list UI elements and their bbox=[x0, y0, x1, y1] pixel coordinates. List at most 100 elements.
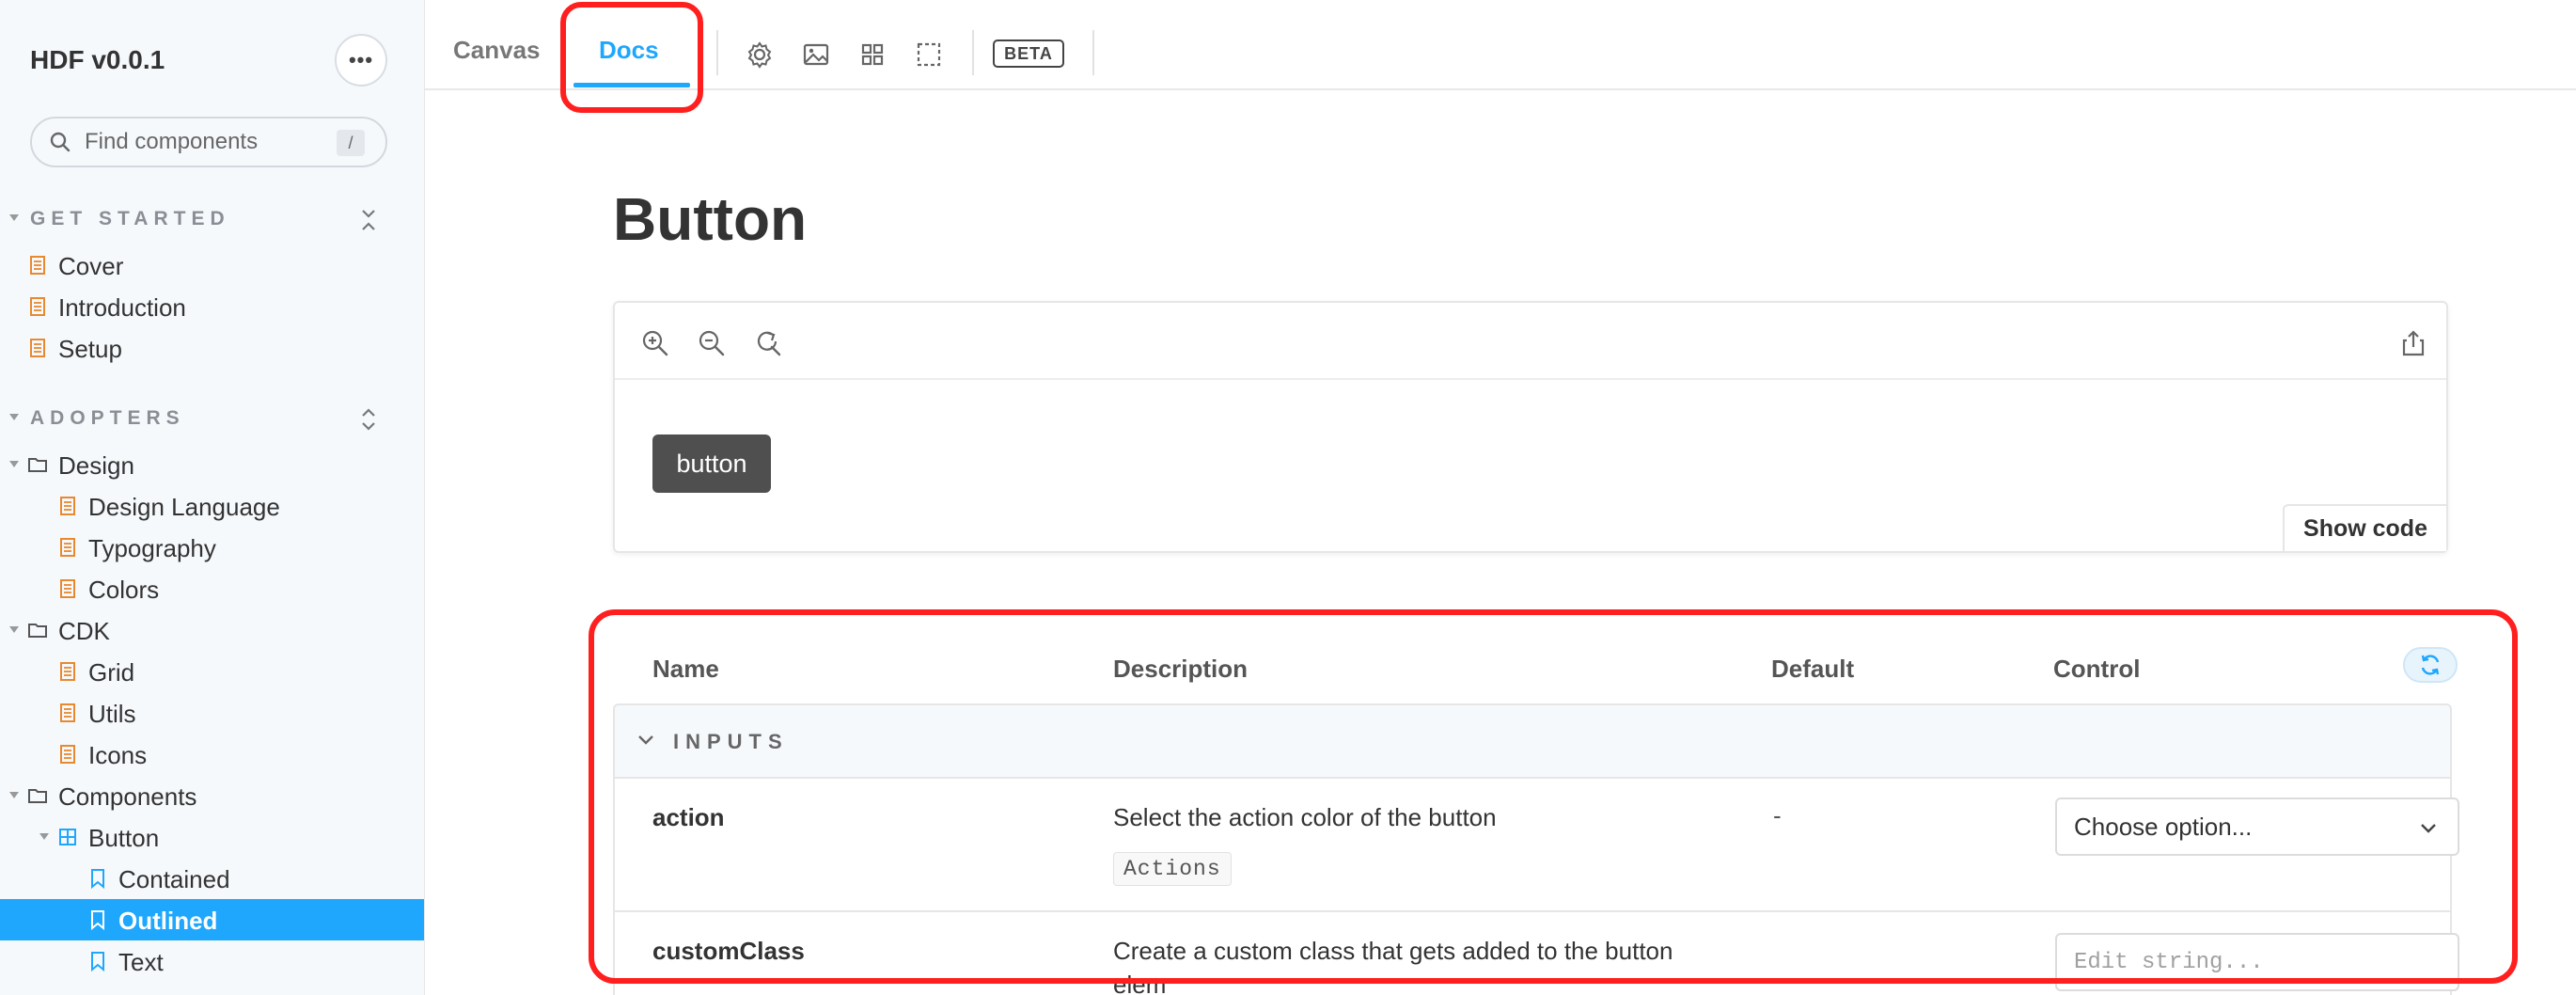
tab-canvas[interactable]: Canvas bbox=[453, 36, 541, 65]
beta-badge[interactable]: BETA bbox=[993, 39, 1064, 68]
sidebar-item-label: Cover bbox=[58, 252, 124, 280]
expand-icon[interactable] bbox=[357, 406, 380, 433]
sidebar-menu-button[interactable]: ••• bbox=[335, 34, 387, 87]
sidebar-item-design[interactable]: Design bbox=[0, 444, 424, 485]
section-title: ADOPTERS bbox=[30, 407, 185, 429]
document-icon bbox=[60, 662, 75, 681]
tab-docs[interactable]: Docs bbox=[599, 36, 659, 65]
sidebar-item-label: Components bbox=[58, 782, 197, 811]
sidebar-item-contained[interactable]: Contained bbox=[0, 858, 424, 899]
bookmark-icon bbox=[91, 952, 104, 972]
sidebar-item-utils[interactable]: Utils bbox=[0, 692, 424, 734]
select-value: Choose option... bbox=[2074, 812, 2253, 841]
arg-default: - bbox=[1773, 801, 1782, 829]
sidebar-item-colors[interactable]: Colors bbox=[0, 568, 424, 609]
document-icon bbox=[30, 297, 45, 316]
arg-name: action bbox=[652, 803, 725, 831]
search-box[interactable]: / bbox=[30, 117, 387, 167]
group-title: INPUTS bbox=[673, 730, 789, 753]
table-row: action Select the action color of the bu… bbox=[613, 779, 2459, 912]
main-panel: Canvas Docs BETA Button button Show code… bbox=[425, 0, 2576, 995]
document-icon bbox=[60, 703, 75, 722]
bookmark-icon bbox=[91, 869, 104, 890]
document-icon bbox=[60, 745, 75, 764]
active-tab-indicator bbox=[573, 83, 690, 87]
sidebar-item-design-language[interactable]: Design Language bbox=[0, 485, 424, 527]
outline-icon[interactable] bbox=[914, 39, 944, 70]
column-header-control: Control bbox=[2053, 655, 2141, 683]
sidebar-item-typography[interactable]: Typography bbox=[0, 527, 424, 568]
toolbar-divider bbox=[716, 30, 718, 75]
sidebar-item-grid[interactable]: Grid bbox=[0, 651, 424, 692]
grid-icon[interactable] bbox=[857, 39, 887, 70]
sidebar-item-icons[interactable]: Icons bbox=[0, 734, 424, 775]
arg-type-chip: Actions bbox=[1113, 852, 1232, 886]
caret-down-icon bbox=[9, 626, 19, 633]
sidebar-item-outlined[interactable]: Outlined bbox=[0, 899, 424, 940]
reset-controls-button[interactable] bbox=[2403, 647, 2458, 683]
preview-toolbar bbox=[615, 303, 2446, 380]
refresh-icon bbox=[2421, 655, 2440, 675]
sidebar-item-cover[interactable]: Cover bbox=[0, 245, 424, 286]
section-header-get-started[interactable]: GET STARTED bbox=[0, 201, 424, 239]
folder-icon bbox=[28, 789, 47, 803]
caret-down-icon bbox=[9, 414, 19, 420]
sidebar-item-text[interactable]: Text bbox=[0, 940, 424, 982]
zoom-in-icon[interactable] bbox=[639, 327, 671, 359]
sidebar-item-label: Outlined bbox=[118, 907, 218, 935]
show-code-button[interactable]: Show code bbox=[2283, 504, 2446, 551]
settings-icon[interactable] bbox=[745, 39, 775, 70]
sidebar-item-label: Icons bbox=[88, 741, 148, 769]
section-header-adopters[interactable]: ADOPTERS bbox=[0, 401, 424, 438]
custom-class-input[interactable] bbox=[2055, 933, 2459, 991]
arg-description: Create a custom class that gets added to… bbox=[1113, 937, 1673, 965]
reset-zoom-icon[interactable] bbox=[752, 327, 784, 359]
bookmark-icon bbox=[91, 910, 104, 931]
sidebar-item-label: CDK bbox=[58, 617, 110, 645]
sidebar-item-components[interactable]: Components bbox=[0, 775, 424, 816]
sidebar-item-introduction[interactable]: Introduction bbox=[0, 286, 424, 327]
image-icon[interactable] bbox=[801, 39, 831, 70]
sidebar-item-label: Setup bbox=[58, 335, 122, 363]
document-icon bbox=[60, 579, 75, 598]
sidebar: HDF v0.0.1 ••• / GET STARTED Cover Intro… bbox=[0, 0, 425, 995]
sidebar-item-label: Contained bbox=[118, 865, 230, 893]
action-select[interactable]: Choose option... bbox=[2055, 798, 2459, 856]
sidebar-item-setup[interactable]: Setup bbox=[0, 327, 424, 369]
sidebar-item-label: Grid bbox=[88, 658, 135, 687]
search-icon bbox=[50, 132, 71, 152]
args-group-inputs[interactable]: INPUTS bbox=[613, 703, 2452, 779]
component-icon bbox=[59, 829, 76, 845]
folder-icon bbox=[28, 458, 47, 472]
section-title: GET STARTED bbox=[30, 208, 230, 229]
sidebar-item-label: Design Language bbox=[88, 493, 280, 521]
collapse-icon[interactable] bbox=[357, 207, 380, 233]
sidebar-item-label: Typography bbox=[88, 534, 216, 562]
arg-name: customClass bbox=[652, 937, 805, 965]
sidebar-item-label: Text bbox=[118, 948, 164, 976]
toolbar: Canvas Docs BETA bbox=[425, 13, 2576, 90]
toolbar-divider bbox=[972, 30, 974, 75]
sidebar-item-label: Design bbox=[58, 451, 134, 480]
chevron-down-icon bbox=[638, 735, 653, 745]
zoom-out-icon[interactable] bbox=[696, 327, 728, 359]
search-shortcut-hint: / bbox=[337, 130, 365, 156]
sidebar-item-cdk[interactable]: CDK bbox=[0, 609, 424, 651]
caret-down-icon bbox=[9, 461, 19, 467]
caret-down-icon bbox=[9, 792, 19, 798]
search-input[interactable] bbox=[85, 129, 320, 155]
document-icon bbox=[30, 339, 45, 357]
caret-down-icon bbox=[39, 833, 49, 840]
toolbar-divider bbox=[1092, 30, 1094, 75]
folder-icon bbox=[28, 624, 47, 638]
chevron-down-icon bbox=[2421, 824, 2436, 833]
sidebar-item-label: Introduction bbox=[58, 293, 186, 322]
column-header-name: Name bbox=[652, 655, 719, 683]
sidebar-item-button[interactable]: Button bbox=[0, 816, 424, 858]
share-icon[interactable] bbox=[2397, 327, 2429, 359]
app-title: HDF v0.0.1 bbox=[30, 45, 165, 74]
document-icon bbox=[60, 538, 75, 557]
sidebar-item-label: Colors bbox=[88, 576, 160, 604]
sidebar-item-label: Utils bbox=[88, 700, 136, 728]
demo-button[interactable]: button bbox=[652, 434, 771, 493]
